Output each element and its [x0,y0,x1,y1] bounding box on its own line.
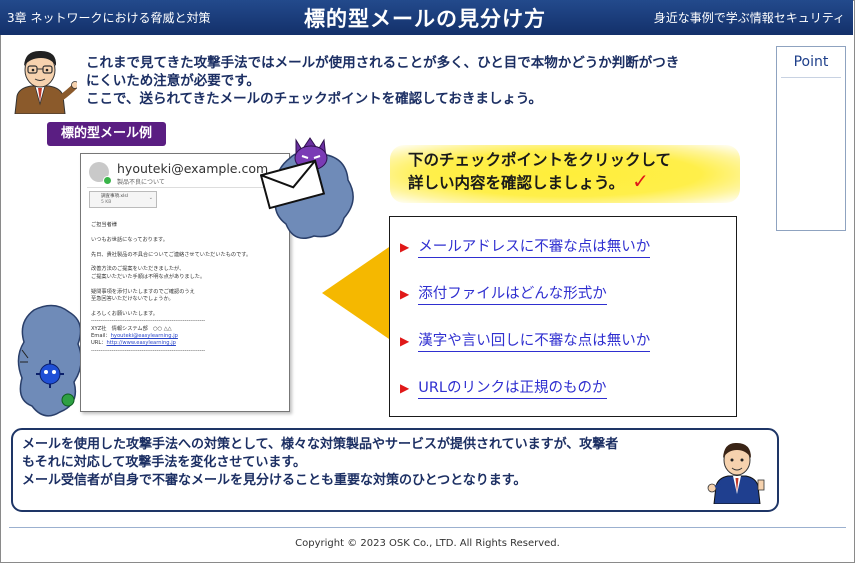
point-panel[interactable]: Point [776,46,846,231]
body-line: 疑問事項を添付いたしますのでご確認のうえ [91,288,195,295]
header-divider [87,187,283,188]
checkpoint-email-address[interactable]: ▶ メールアドレスに不審な点は無いか [400,235,651,258]
intro-text: これまで見てきた攻撃手法ではメールが使用されることが多く、ひと目で本物かどうか判… [86,54,746,108]
attachment-chip: 調査事項.xlsl 5 KB ⌄ [89,191,157,208]
instruction-line-2-text: 詳しい内容を確認しましょう。 [408,174,625,192]
instruction-line-1: 下のチェックポイントをクリックして [408,151,672,169]
play-bullet-icon: ▶ [400,239,410,254]
body-line: ご担当者様 [91,222,117,228]
signature-email-link[interactable]: hyouteki@easylearning.jp [111,333,178,339]
chevron-down-icon: ⌄ [148,195,153,201]
body-line [91,281,283,288]
signature-company: XYZ社 情報システム部 ○○ △△ [91,325,172,332]
body-line [91,303,283,310]
header-bar: 3章 ネットワークにおける脅威と対策 標的型メールの見分け方 身近な事例で学ぶ情… [0,0,853,35]
check-mark-icon: ✓ [632,169,649,193]
email-body: ご担当者様 いつもお世話になっております。 先日、貴社製品の不具合についてご連絡… [91,222,283,355]
businessman-illustration [707,442,765,504]
body-line: 先日、貴社製品の不具合についてご連絡させていただいたものです。 [91,251,252,258]
footer-divider [9,527,846,528]
virus-illustration [17,304,82,417]
body-line: いつもお世話になっております。 [91,236,168,243]
copyright-text: Copyright © 2023 OSK Co., LTD. All Right… [295,538,560,549]
play-bullet-icon: ▶ [400,286,410,301]
url-label: URL： [91,340,107,347]
course-title: 身近な事例で学ぶ情報セキュリティ [653,11,845,25]
checkpoint-label: 漢字や言い回しに不審な点は無いか [418,329,651,352]
body-line: 改善方法のご提案をいただきましたが、 [91,266,185,273]
signature-url: URL：http://www.easylearning.jp [91,340,283,347]
example-email: hyouteki@example.com 製品不良について 調査事項.xlsl … [80,153,290,412]
play-bullet-icon: ▶ [400,380,410,395]
email-label: Email： [91,333,111,340]
checkpoint-label: 添付ファイルはどんな形式か [418,282,607,305]
body-line: ご提案いただいた手順は不明な点がありました。 [91,273,206,280]
body-line: 至急回答いただけないでしょうか。 [91,296,174,302]
teacher-illustration [14,50,77,114]
sender-address: hyouteki@example.com [117,161,269,176]
attachment-name: 調査事項.xlsl [101,194,128,199]
note-line: メール受信者が自身で不審なメールを見分けることも重要な対策のひとつとなります。 [22,473,527,488]
play-bullet-icon: ▶ [400,333,410,348]
note-line: メールを使用した攻撃手法への対策として、様々な対策製品やサービスが提供されていま… [22,437,619,452]
body-line [91,244,283,251]
checkpoint-attachment[interactable]: ▶ 添付ファイルはどんな形式か [400,282,607,305]
intro-line: にくいため注意が必要です。 [86,73,260,89]
attachment-size: 5 KB [101,200,112,205]
checkpoint-label: メールアドレスに不審な点は無いか [418,235,651,258]
point-divider [781,77,841,78]
body-line: よろしくお願いいたします。 [91,310,158,317]
instruction-line-2: 詳しい内容を確認しましょう。 ✓ [408,171,728,194]
checkpoint-url[interactable]: ▶ URLのリンクは正規のものか [400,376,607,399]
email-subject: 製品不良について [117,179,165,186]
signature-rule: ----------------------------------------… [91,318,206,325]
status-dot [103,176,112,185]
checkpoint-list: ▶ メールアドレスに不審な点は無いか ▶ 添付ファイルはどんな形式か ▶ 漢字や… [389,216,737,417]
signature-url-link[interactable]: http://www.easylearning.jp [106,340,175,346]
instruction-text: 下のチェックポイントをクリックして 詳しい内容を確認しましょう。 ✓ [408,150,728,194]
note-line: もそれに対応して攻撃手法を変化させています。 [22,455,307,470]
checkpoint-wording[interactable]: ▶ 漢字や言い回しに不審な点は無いか [400,329,651,352]
body-line [91,229,283,236]
signature-email: Email：hyouteki@easylearning.jp [91,333,283,340]
monster-envelope-illustration [260,137,354,239]
signature-closing-rule: ----------------------------------------… [91,347,206,354]
checkpoint-label: URLのリンクは正規のものか [418,376,607,399]
pointer-triangle [322,245,392,341]
intro-line: ここで、送られてきたメールのチェックポイントを確認しておきましょう。 [86,91,543,107]
page-title: 標的型メールの見分け方 [304,7,546,31]
point-label: Point [793,54,829,70]
chapter-label: 3章 ネットワークにおける脅威と対策 [7,11,211,25]
summary-note-text: メールを使用した攻撃手法への対策として、様々な対策製品やサービスが提供されていま… [22,436,697,490]
intro-line: これまで見てきた攻撃手法ではメールが使用されることが多く、ひと目で本物かどうか判… [86,55,680,71]
example-tag: 標的型メール例 [47,122,166,146]
